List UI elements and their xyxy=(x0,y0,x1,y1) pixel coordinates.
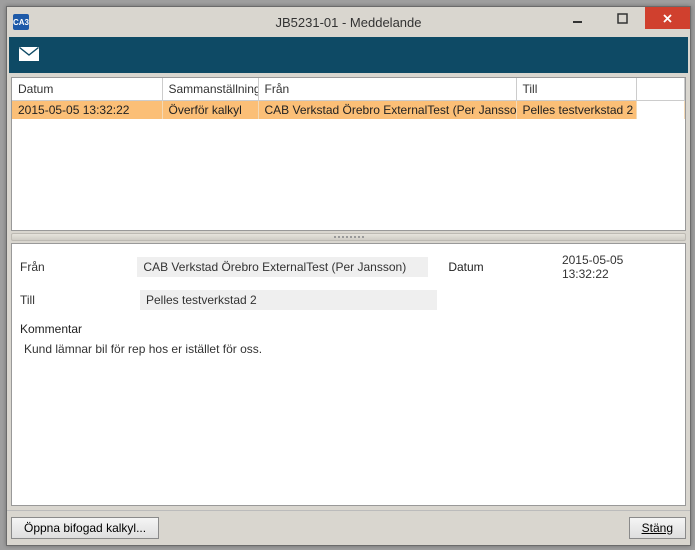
message-grid[interactable]: Datum Sammanställning Från Till 2015-05-… xyxy=(11,77,686,231)
comment-text: Kund lämnar bil för rep hos er istället … xyxy=(20,340,677,499)
col-spacer xyxy=(636,78,685,101)
from-value: CAB Verkstad Örebro ExternalTest (Per Ja… xyxy=(137,257,428,277)
splitter[interactable] xyxy=(11,233,686,241)
cell-datum: 2015-05-05 13:32:22 xyxy=(12,101,162,120)
content-area: Datum Sammanställning Från Till 2015-05-… xyxy=(7,73,690,510)
cell-spacer xyxy=(636,101,685,120)
date-label: Datum xyxy=(448,260,556,274)
col-sammanstallning[interactable]: Sammanställning xyxy=(162,78,258,101)
to-value: Pelles testverkstad 2 xyxy=(140,290,437,310)
cell-sammanstallning: Överför kalkyl xyxy=(162,101,258,120)
col-datum[interactable]: Datum xyxy=(12,78,162,101)
window-controls xyxy=(555,7,690,37)
minimize-button[interactable] xyxy=(555,7,600,29)
close-button[interactable] xyxy=(645,7,690,29)
mail-icon[interactable] xyxy=(19,47,39,64)
toolbar xyxy=(9,37,688,73)
close-dialog-button[interactable]: Stäng xyxy=(629,517,686,539)
col-fran[interactable]: Från xyxy=(258,78,516,101)
comment-label: Kommentar xyxy=(20,322,677,336)
table-row[interactable]: 2015-05-05 13:32:22 Överför kalkyl CAB V… xyxy=(12,101,685,120)
from-label: Från xyxy=(20,260,137,274)
titlebar[interactable]: CA3 JB5231-01 - Meddelande xyxy=(7,7,690,37)
date-value: 2015-05-05 13:32:22 xyxy=(556,250,677,284)
open-attached-button[interactable]: Öppna bifogad kalkyl... xyxy=(11,517,159,539)
to-label: Till xyxy=(20,293,140,307)
app-icon: CA3 xyxy=(13,14,29,30)
cell-till: Pelles testverkstad 2 xyxy=(516,101,636,120)
col-till[interactable]: Till xyxy=(516,78,636,101)
window: CA3 JB5231-01 - Meddelande xyxy=(6,6,691,546)
footer: Öppna bifogad kalkyl... Stäng xyxy=(7,510,690,545)
cell-fran: CAB Verkstad Örebro ExternalTest (Per Ja… xyxy=(258,101,516,120)
details-panel: Från CAB Verkstad Örebro ExternalTest (P… xyxy=(11,243,686,506)
grid-header-row[interactable]: Datum Sammanställning Från Till xyxy=(12,78,685,101)
maximize-button[interactable] xyxy=(600,7,645,29)
